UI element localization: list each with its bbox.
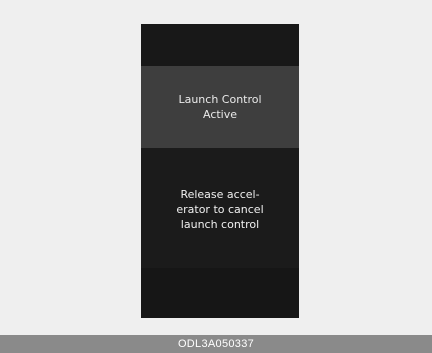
message-line-2: erator to cancel bbox=[176, 202, 264, 216]
status-line-1: Launch Control bbox=[178, 93, 262, 106]
instruction-panel: Release accel- erator to cancel launch c… bbox=[141, 148, 299, 268]
status-line-2: Active bbox=[202, 108, 238, 121]
message-line-1: Release accel- bbox=[180, 187, 260, 201]
launch-control-status-panel: Launch Control Active bbox=[141, 66, 299, 148]
cluster-display: Launch Control Active Release accel- era… bbox=[141, 24, 299, 318]
figure-caption-bar: ODL3A050337 bbox=[0, 335, 432, 353]
launch-control-status-text: Launch Control Active bbox=[141, 92, 299, 122]
instruction-message: Release accel- erator to cancel launch c… bbox=[141, 185, 299, 232]
display-bottom-band bbox=[141, 268, 299, 318]
display-top-band bbox=[141, 24, 299, 66]
message-line-3: launch control bbox=[180, 217, 260, 231]
figure-code: ODL3A050337 bbox=[177, 338, 255, 350]
